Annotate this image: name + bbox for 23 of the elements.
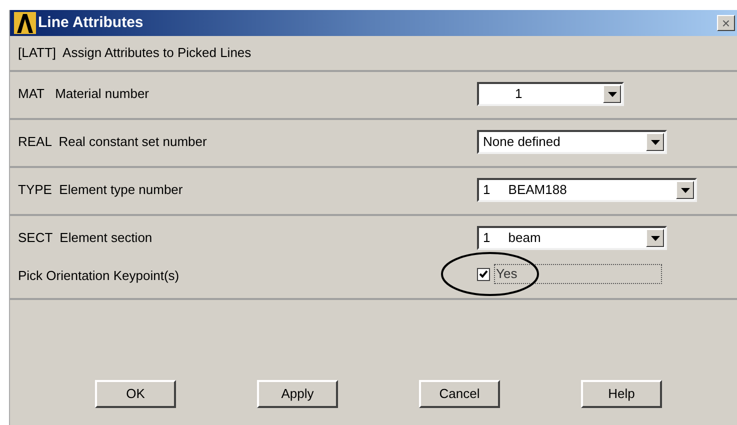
dialog-button[interactable]: Help bbox=[581, 380, 662, 408]
dropdown[interactable]: 1 bbox=[477, 82, 624, 106]
dropdown-value: 1 beam bbox=[482, 229, 542, 248]
dropdown[interactable]: None defined bbox=[477, 130, 667, 154]
field-label: MAT Material number bbox=[18, 85, 150, 103]
window-title: Line Attributes bbox=[38, 12, 144, 33]
checkbox-label[interactable]: Yes bbox=[494, 264, 662, 284]
command-description: [LATT] Assign Attributes to Picked Lines bbox=[18, 44, 252, 62]
field-label: REAL Real constant set number bbox=[18, 133, 208, 151]
dropdown[interactable]: 1 BEAM188 bbox=[477, 178, 697, 202]
dropdown-value: 1 bbox=[514, 85, 524, 104]
dialog-button[interactable]: Apply bbox=[257, 380, 338, 408]
dropdown[interactable]: 1 beam bbox=[477, 226, 667, 250]
checkbox[interactable] bbox=[477, 268, 490, 280]
field-label: TYPE Element type number bbox=[18, 181, 184, 199]
dropdown-value: None defined bbox=[482, 133, 562, 152]
dropdown-value: 1 BEAM188 bbox=[482, 181, 568, 200]
field-label: SECT Element section bbox=[18, 229, 154, 247]
app-logo-icon bbox=[14, 12, 36, 34]
field-label: Pick Orientation Keypoint(s) bbox=[18, 267, 180, 285]
dialog-button[interactable]: OK bbox=[95, 380, 176, 408]
dialog-button[interactable]: Cancel bbox=[419, 380, 500, 408]
close-button[interactable]: × bbox=[717, 15, 735, 31]
